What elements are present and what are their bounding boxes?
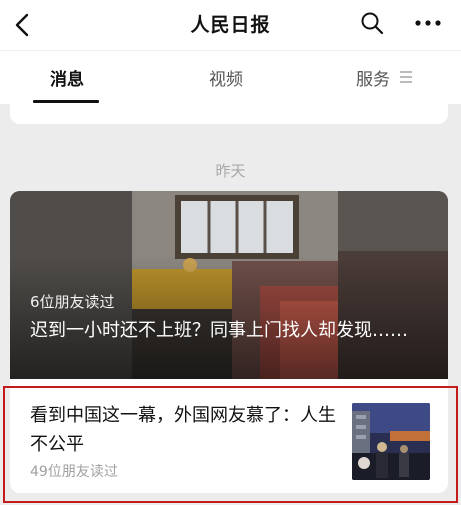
previous-message-card[interactable] — [10, 104, 448, 124]
date-separator: 昨天 — [215, 162, 246, 180]
more-icon[interactable] — [414, 18, 442, 28]
menu-icon[interactable] — [400, 70, 412, 84]
featured-readers-count: 6位朋友读过 — [30, 293, 115, 311]
tab-bar: 消息 视频 服务 — [0, 50, 461, 104]
highlight-box — [3, 386, 458, 503]
tab-messages[interactable]: 消息 — [50, 65, 84, 90]
tab-services[interactable]: 服务 — [356, 65, 390, 90]
image-gradient — [10, 191, 448, 379]
featured-article-title: 迟到一小时还不上班？同事上门找人却发现…… — [30, 320, 408, 341]
tab-videos[interactable]: 视频 — [209, 65, 243, 90]
page-title: 人民日报 — [190, 14, 271, 36]
search-icon[interactable] — [360, 11, 384, 35]
featured-article[interactable]: 6位朋友读过 迟到一小时还不上班？同事上门找人却发现…… — [10, 191, 448, 379]
top-bar: 人民日报 — [0, 0, 461, 50]
active-tab-indicator — [33, 100, 99, 103]
